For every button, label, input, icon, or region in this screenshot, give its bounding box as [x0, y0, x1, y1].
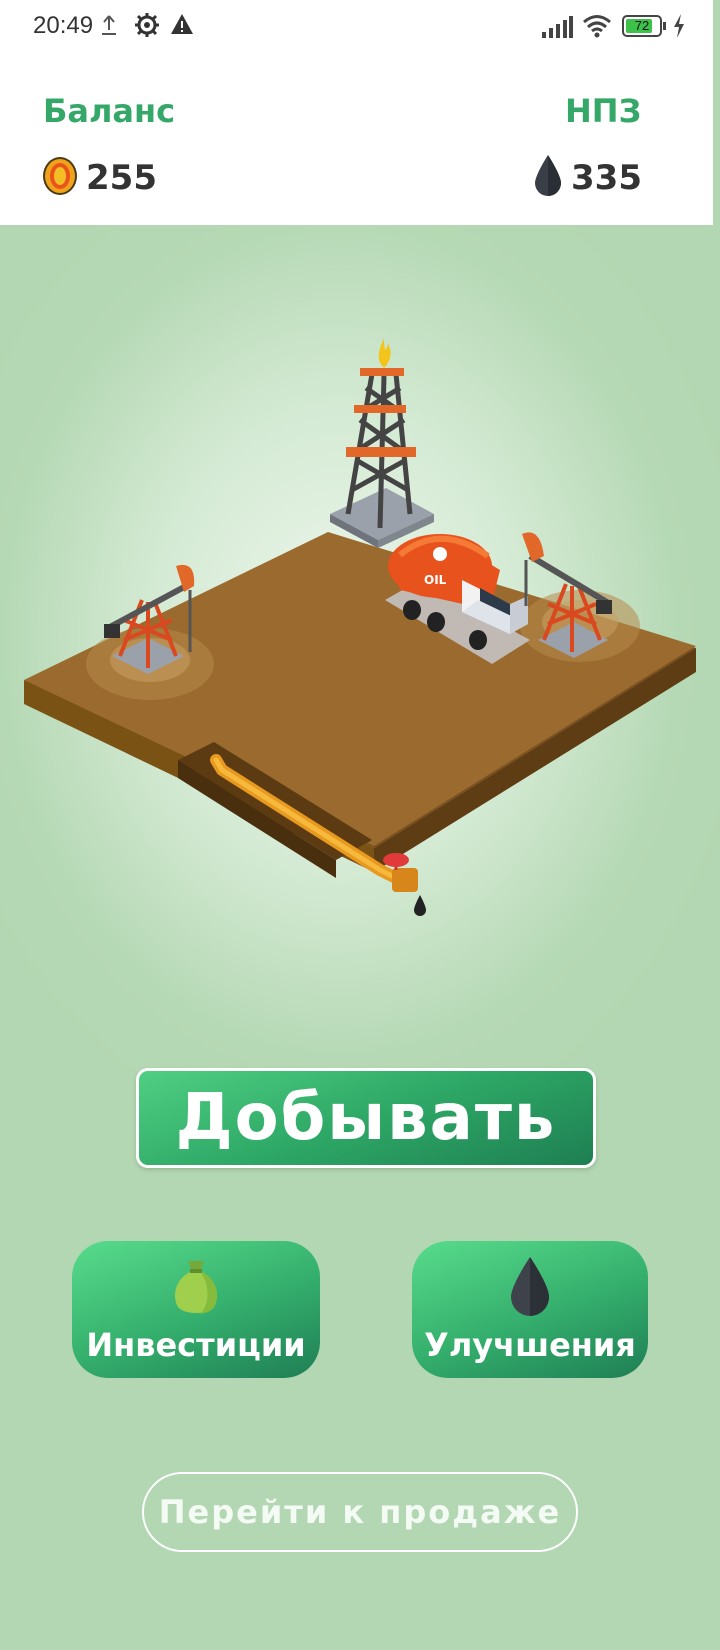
status-time: 20:49	[33, 12, 94, 39]
status-bar: 20:49 72	[0, 0, 713, 56]
mine-button-label: Добывать	[175, 1081, 557, 1155]
upgrades-button[interactable]: Улучшения	[412, 1241, 648, 1378]
ground-platform	[24, 532, 696, 872]
invest-button-label: Инвестиции	[86, 1326, 306, 1364]
balance-value: 255	[86, 158, 157, 198]
upgrades-button-label: Улучшения	[424, 1326, 636, 1364]
truck-label: OIL	[424, 573, 447, 587]
warning-icon	[171, 14, 193, 34]
wifi-icon	[583, 15, 611, 38]
oil-derrick	[330, 338, 434, 548]
charging-icon	[674, 14, 684, 38]
balance-label: Баланс	[43, 92, 176, 130]
battery-icon: 72	[622, 15, 666, 37]
oil-value: 335	[571, 158, 642, 198]
go-to-sale-button[interactable]: Перейти к продаже	[142, 1472, 578, 1552]
oil-drop-icon	[535, 155, 561, 196]
header-panel: Баланс НПЗ 255 335	[0, 56, 713, 225]
oil-drop-icon	[511, 1257, 549, 1316]
go-to-sale-label: Перейти к продаже	[158, 1493, 562, 1531]
invest-button[interactable]: Инвестиции	[72, 1241, 320, 1378]
settings-icon	[135, 13, 159, 37]
signal-icon	[542, 16, 573, 38]
oil-field-scene: OIL	[24, 338, 696, 916]
mine-button[interactable]: Добывать	[136, 1068, 596, 1168]
money-bag-icon	[174, 1261, 218, 1314]
npz-label: НПЗ	[565, 92, 642, 130]
upload-icon	[102, 15, 116, 35]
battery-level: 72	[634, 18, 650, 33]
coin-icon	[43, 157, 77, 195]
